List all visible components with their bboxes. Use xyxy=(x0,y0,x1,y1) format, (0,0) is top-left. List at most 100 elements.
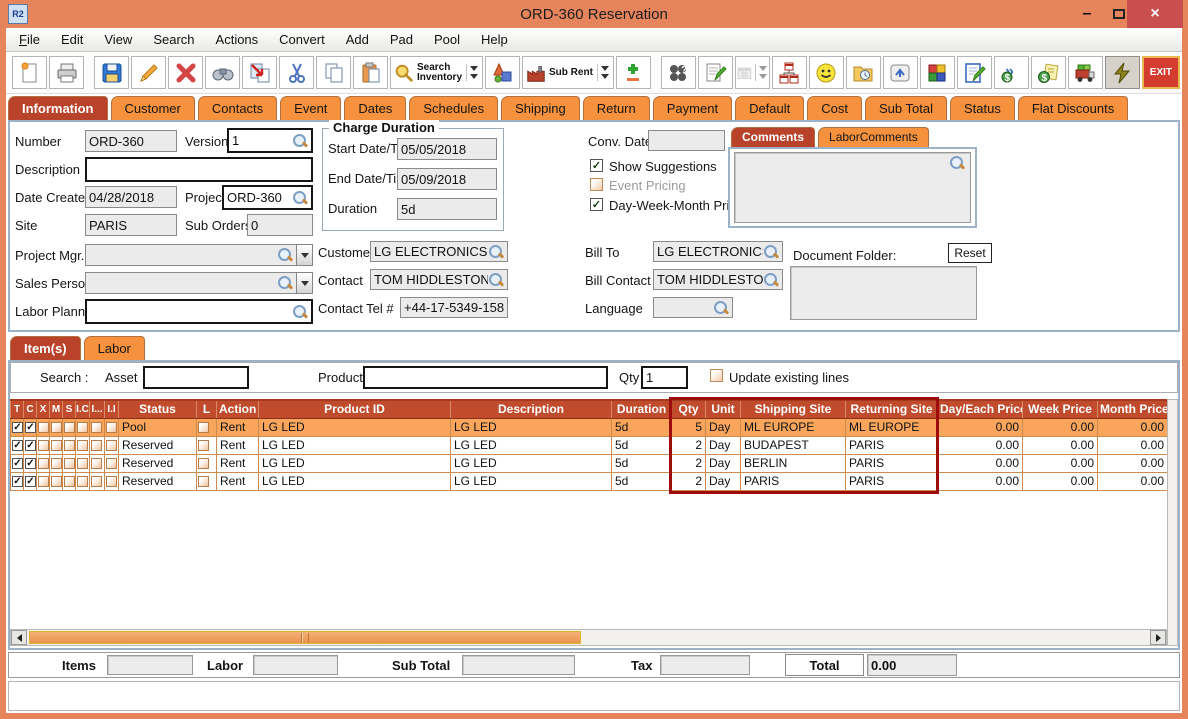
row-flag-checkbox[interactable] xyxy=(50,454,63,472)
cell-product-id[interactable]: LG LED xyxy=(259,454,451,472)
cell-status[interactable]: Pool xyxy=(119,418,197,436)
row-flag-checkbox[interactable] xyxy=(63,454,76,472)
cell-action[interactable]: Rent xyxy=(217,418,259,436)
shapes-button[interactable] xyxy=(485,56,520,89)
menu-actions[interactable]: Actions xyxy=(216,32,259,47)
col-header-m[interactable]: M xyxy=(50,400,63,418)
row-flag-checkbox[interactable] xyxy=(76,454,90,472)
show-suggestions-checkbox[interactable]: ✓ xyxy=(590,159,603,172)
language-lookup-icon[interactable] xyxy=(713,300,729,316)
row-flag-checkbox[interactable] xyxy=(90,454,105,472)
tab-payment[interactable]: Payment xyxy=(653,96,732,120)
row-flag-checkbox[interactable] xyxy=(63,436,76,454)
cell-day-price[interactable]: 0.00 xyxy=(938,436,1023,454)
tab-laborcomments[interactable]: LaborComments xyxy=(818,127,929,147)
col-header-product-id[interactable]: Product ID xyxy=(259,400,451,418)
smiley-button[interactable] xyxy=(809,56,844,89)
scroll-left-button[interactable] xyxy=(11,630,27,645)
search-inventory-button[interactable]: SearchInventory xyxy=(390,56,483,89)
col-header-unit[interactable]: Unit xyxy=(706,400,741,418)
row-flag-checkbox[interactable]: ✓ xyxy=(24,418,37,436)
start-date-field[interactable]: 05/05/2018 xyxy=(397,138,497,160)
row-flag-checkbox[interactable] xyxy=(50,436,63,454)
cell-l[interactable] xyxy=(197,436,217,454)
menu-convert[interactable]: Convert xyxy=(279,32,325,47)
project-mgr-lookup-icon[interactable] xyxy=(277,247,293,263)
cell-day-price[interactable]: 0.00 xyxy=(938,418,1023,436)
col-header-t[interactable]: T xyxy=(11,400,24,418)
tab-event[interactable]: Event xyxy=(280,96,341,120)
customer-field[interactable]: LG ELECTRONICS xyxy=(370,241,508,262)
dwm-pricing-checkbox[interactable]: ✓ xyxy=(590,198,603,211)
item-row[interactable]: ✓✓ReservedRentLG LEDLG LED5d2DayBERLINPA… xyxy=(11,454,1168,472)
cell-action[interactable]: Rent xyxy=(217,454,259,472)
search-inventory-dropdown[interactable] xyxy=(466,64,480,81)
reset-button[interactable]: Reset xyxy=(948,243,992,263)
minimize-button[interactable]: – xyxy=(1072,0,1102,28)
tab-contacts[interactable]: Contacts xyxy=(198,96,277,120)
row-flag-checkbox[interactable] xyxy=(90,436,105,454)
cell-month-price[interactable]: 0.00 xyxy=(1098,472,1168,490)
project-mgr-dropdown[interactable] xyxy=(296,244,313,266)
item-row[interactable]: ✓✓ReservedRentLG LEDLG LED5d2DayBUDAPEST… xyxy=(11,436,1168,454)
row-flag-checkbox[interactable] xyxy=(105,418,119,436)
version-field[interactable]: 1 xyxy=(227,128,313,153)
cell-l[interactable] xyxy=(197,418,217,436)
tab-item-s-[interactable]: Item(s) xyxy=(10,336,81,360)
cell-status[interactable]: Reserved xyxy=(119,436,197,454)
cell-day-price[interactable]: 0.00 xyxy=(938,454,1023,472)
col-header-week-price[interactable]: Week Price xyxy=(1023,400,1098,418)
comments-textarea[interactable] xyxy=(734,152,971,223)
row-flag-checkbox[interactable] xyxy=(76,436,90,454)
cell-qty[interactable]: 2 xyxy=(672,436,706,454)
sales-person-field[interactable] xyxy=(85,272,297,294)
col-header-ii[interactable]: I.I xyxy=(105,400,119,418)
menu-pool[interactable]: Pool xyxy=(434,32,460,47)
group-options-button[interactable]: ? xyxy=(661,56,696,89)
project-lookup-icon[interactable] xyxy=(292,190,308,206)
cell-week-price[interactable]: 0.00 xyxy=(1023,472,1098,490)
cell-description[interactable]: LG LED xyxy=(451,418,612,436)
find-button[interactable] xyxy=(205,56,240,89)
row-flag-checkbox[interactable]: ✓ xyxy=(24,436,37,454)
qty-input[interactable]: 1 xyxy=(641,366,688,389)
tab-information[interactable]: Information xyxy=(8,96,108,120)
scroll-right-button[interactable] xyxy=(1150,630,1166,645)
cell-shipping-site[interactable]: PARIS xyxy=(741,472,846,490)
menu-search[interactable]: Search xyxy=(153,32,194,47)
cell-month-price[interactable]: 0.00 xyxy=(1098,418,1168,436)
hierarchy-button[interactable] xyxy=(772,56,807,89)
language-field[interactable] xyxy=(653,297,733,318)
row-flag-checkbox[interactable] xyxy=(105,454,119,472)
keyboard-key-button[interactable] xyxy=(883,56,918,89)
col-header-c[interactable]: C xyxy=(24,400,37,418)
cell-shipping-site[interactable]: BUDAPEST xyxy=(741,436,846,454)
item-row[interactable]: ✓✓ReservedRentLG LEDLG LED5d2DayPARISPAR… xyxy=(11,472,1168,490)
asset-input[interactable] xyxy=(143,366,249,389)
project-field[interactable]: ORD-360 xyxy=(222,185,313,210)
add-line-button[interactable] xyxy=(616,56,651,89)
tab-default[interactable]: Default xyxy=(735,96,804,120)
cell-product-id[interactable]: LG LED xyxy=(259,436,451,454)
tab-customer[interactable]: Customer xyxy=(111,96,195,120)
contact-tel-field[interactable]: +44-17-5349-1585 xyxy=(400,297,508,318)
menu-help[interactable]: Help xyxy=(481,32,508,47)
row-flag-checkbox[interactable] xyxy=(37,472,50,490)
row-flag-checkbox[interactable] xyxy=(90,472,105,490)
tab-dates[interactable]: Dates xyxy=(344,96,406,120)
delete-button[interactable] xyxy=(168,56,203,89)
col-header-duration[interactable]: Duration xyxy=(612,400,672,418)
vertical-scrollbar[interactable] xyxy=(1167,399,1178,646)
number-field[interactable]: ORD-360 xyxy=(85,130,177,152)
project-mgr-field[interactable] xyxy=(85,244,297,266)
paste-button[interactable] xyxy=(353,56,388,89)
tab-status[interactable]: Status xyxy=(950,96,1015,120)
conv-date-field[interactable] xyxy=(648,130,725,151)
cell-action[interactable]: Rent xyxy=(217,472,259,490)
save-button[interactable] xyxy=(94,56,129,89)
row-flag-checkbox[interactable] xyxy=(37,436,50,454)
cell-l[interactable] xyxy=(197,472,217,490)
col-header-qty[interactable]: Qty xyxy=(672,400,706,418)
labor-planner-lookup-icon[interactable] xyxy=(292,304,308,320)
cell-unit[interactable]: Day xyxy=(706,454,741,472)
